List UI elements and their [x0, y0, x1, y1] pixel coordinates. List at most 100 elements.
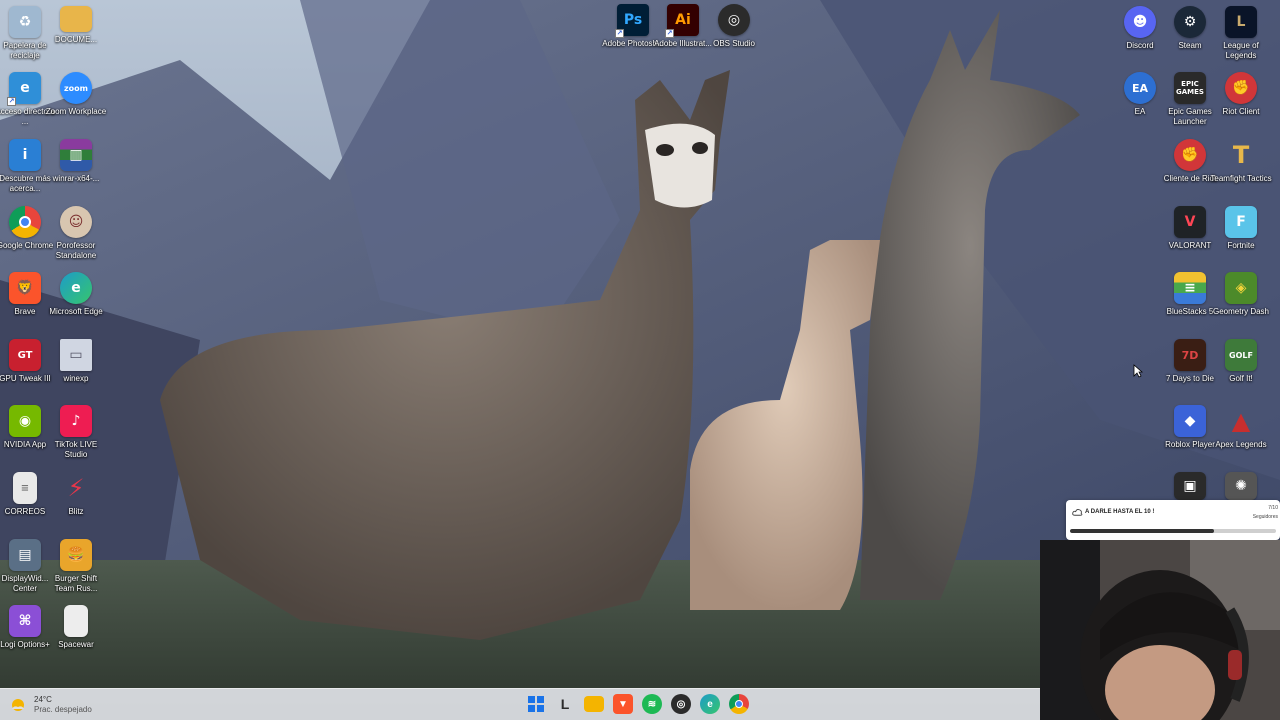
goal-progress-bar	[1070, 529, 1276, 533]
blitz-shortcut[interactable]: ⚡ Blitz	[51, 472, 101, 517]
desktop-icon-label: Spacewar	[58, 640, 94, 649]
logi-icon: ⌘	[9, 605, 41, 637]
edge-taskbar-icon[interactable]: e	[700, 694, 720, 714]
desktop-icon-label: Teamfight Tactics	[1210, 174, 1272, 183]
illustrator-shortcut[interactable]: Ai ↗ Adobe Illustrat...	[654, 4, 712, 49]
edge-shortcut[interactable]: e Microsoft Edge	[49, 272, 103, 317]
porofessor-shortcut[interactable]: ☺ Porofessor Standalone	[51, 206, 101, 261]
lol-icon: L	[1225, 6, 1257, 38]
winexp-shortcut[interactable]: ▭ winexp	[51, 339, 101, 384]
discord-shortcut[interactable]: ☻ Discord	[1115, 6, 1165, 51]
spacewar-shortcut[interactable]: Spacewar	[51, 605, 101, 650]
apex-shortcut[interactable]: ▲ Apex Legends	[1215, 405, 1266, 450]
ea-icon: EA	[1124, 72, 1156, 104]
brave-taskbar-icon[interactable]: ▼	[613, 694, 633, 714]
roblox-shortcut[interactable]: ◆ Roblox Player	[1165, 405, 1215, 450]
brave-shortcut[interactable]: 🦁 Brave	[0, 272, 50, 317]
info-icon: i	[9, 139, 41, 171]
obs-icon: ◎	[718, 4, 750, 36]
riot-client-es-shortcut[interactable]: ✊ Cliente de Riot	[1164, 139, 1216, 184]
desktop-icon-label: winrar-x64-...	[52, 174, 100, 183]
zoom-shortcut[interactable]: zoom Zoom Workplace	[46, 72, 106, 117]
cloud-icon	[1072, 509, 1083, 516]
blitz-icon: ⚡	[67, 474, 85, 502]
desktop-icon-label: Zoom Workplace	[45, 107, 107, 116]
partial-icon: ▣	[1174, 472, 1206, 500]
chrome-shortcut[interactable]: Google Chrome	[0, 206, 53, 251]
desktop-icon-label: Blitz	[68, 507, 84, 516]
bluestacks-icon: ≡	[1174, 272, 1206, 304]
document-icon: ≡	[13, 472, 37, 504]
spotify-icon[interactable]: ≋	[642, 694, 662, 714]
riot-client-shortcut[interactable]: ✊ Riot Client	[1216, 72, 1266, 117]
terminal-icon[interactable]: L	[555, 694, 575, 714]
desktop-icon-label: Apex Legends	[1215, 440, 1267, 449]
recycle-bin-shortcut[interactable]: ♻ Papelera de reciclaje	[0, 6, 50, 61]
display-icon: ▤	[9, 539, 41, 571]
weather-sun-icon	[12, 699, 24, 711]
golf-it-shortcut[interactable]: GOLF Golf It!	[1216, 339, 1266, 384]
edge-access-shortcut[interactable]: e ↗ Acceso directo a ...	[0, 72, 55, 127]
gpu-tweak-shortcut[interactable]: GT GPU Tweak III	[0, 339, 51, 384]
riot-client-icon: ✊	[1225, 72, 1257, 104]
burger-shift-shortcut[interactable]: 🍔 Burger Shift Team Rus...	[51, 539, 101, 594]
partial-icon: ✺	[1225, 472, 1257, 500]
desktop-icon-label: League of Legends	[1223, 41, 1259, 60]
golf-it-icon: GOLF	[1225, 339, 1257, 371]
fortnite-shortcut[interactable]: F Fortnite	[1216, 206, 1266, 251]
burger-shift-icon: 🍔	[60, 539, 92, 571]
taskbar: 24°C Prac. despejado L ▼ ≋ ◎ e	[0, 688, 1040, 720]
desktop-icon-label: TikTok LIVE Studio	[54, 440, 98, 459]
seven-days-icon: 7D	[1174, 339, 1206, 371]
desktop-icon-label: Riot Client	[1222, 107, 1260, 116]
tiktok-live-shortcut[interactable]: ♪ TikTok LIVE Studio	[51, 405, 101, 460]
gpu-tweak-icon: GT	[9, 339, 41, 371]
start-icon[interactable]	[526, 694, 546, 714]
porofessor-icon: ☺	[60, 206, 92, 238]
zoom-icon: zoom	[60, 72, 92, 104]
desktop-icon-label: Porofessor Standalone	[55, 241, 97, 260]
valorant-icon: V	[1174, 206, 1206, 238]
file-explorer-icon[interactable]	[584, 696, 604, 712]
desktop-icon-label: OBS Studio	[713, 39, 755, 48]
illustrator-icon: Ai ↗	[665, 4, 699, 38]
valorant-shortcut[interactable]: V VALORANT	[1165, 206, 1215, 251]
seven-days-shortcut[interactable]: 7D 7 Days to Die	[1165, 339, 1215, 384]
photoshop-icon: Ps ↗	[615, 4, 649, 38]
partial-shortcut-1[interactable]: ▣	[1165, 472, 1215, 500]
correos-shortcut[interactable]: ≡ CORREOS	[0, 472, 50, 517]
geometry-dash-icon: ◈	[1225, 272, 1257, 304]
desktop-icon-label: Microsoft Edge	[49, 307, 103, 316]
desktop-icon-label: Fortnite	[1227, 241, 1255, 250]
geometry-dash-shortcut[interactable]: ◈ Geometry Dash	[1213, 272, 1269, 317]
nvidia-icon: ◉	[9, 405, 41, 437]
goal-progress-fill	[1070, 529, 1215, 533]
epic-games-shortcut[interactable]: EPIC GAMES Epic Games Launcher	[1165, 72, 1215, 127]
bluestacks-shortcut[interactable]: ≡ BlueStacks 5	[1165, 272, 1215, 317]
epic-icon: EPIC GAMES	[1174, 72, 1206, 104]
winrar-shortcut[interactable]: ▥ winrar-x64-...	[51, 139, 101, 184]
photoshop-shortcut[interactable]: Ps ↗ Adobe Photosh...	[602, 4, 664, 49]
documents-shortcut[interactable]: DOCUME...	[51, 6, 101, 45]
mouse-cursor-icon	[1133, 364, 1143, 378]
partial-shortcut-2[interactable]: ✺	[1216, 472, 1266, 500]
obs-taskbar-icon[interactable]: ◎	[671, 694, 691, 714]
ea-shortcut[interactable]: EA EA	[1115, 72, 1165, 117]
chrome-taskbar-icon[interactable]	[729, 694, 749, 714]
goal-unit: Seguidores	[1252, 514, 1278, 520]
edge-icon: e	[60, 272, 92, 304]
steam-shortcut[interactable]: ⚙ Steam	[1165, 6, 1215, 51]
nvidia-shortcut[interactable]: ◉ NVIDIA App	[0, 405, 50, 450]
roblox-icon: ◆	[1174, 405, 1206, 437]
weather-condition: Prac. despejado	[34, 705, 92, 714]
tft-shortcut[interactable]: T Teamfight Tactics	[1210, 139, 1271, 184]
goal-title: A DARLE HASTA EL 10 !	[1085, 509, 1155, 515]
obs-shortcut[interactable]: ◎ OBS Studio	[709, 4, 759, 49]
displaywidget-shortcut[interactable]: ▤ DisplayWid... Center	[0, 539, 50, 594]
weather-widget[interactable]: 24°C Prac. despejado	[8, 695, 92, 715]
desktop-icon-label: DOCUME...	[54, 35, 98, 44]
league-shortcut[interactable]: L League of Legends	[1216, 6, 1266, 61]
fortnite-icon: F	[1225, 206, 1257, 238]
logi-options-shortcut[interactable]: ⌘ Logi Options+	[0, 605, 50, 650]
discover-shortcut[interactable]: i Descubre más acerca...	[0, 139, 51, 194]
